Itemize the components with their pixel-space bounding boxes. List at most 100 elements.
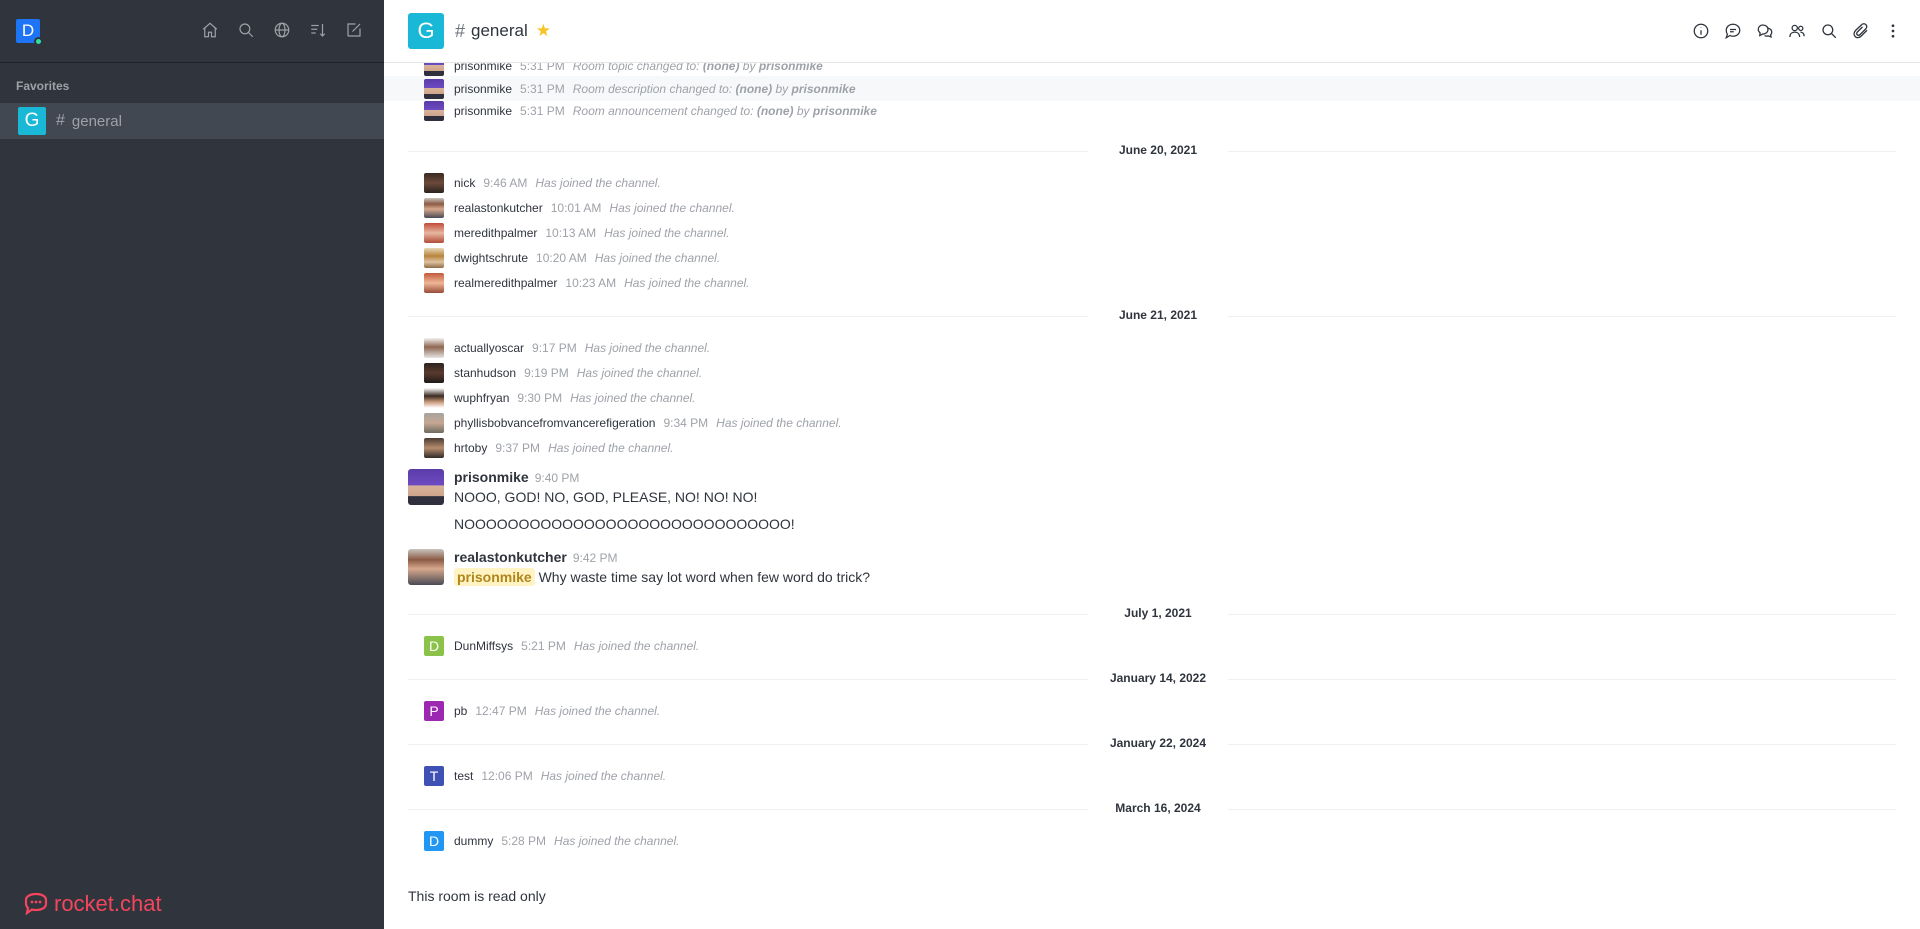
message-username[interactable]: nick <box>454 176 475 190</box>
sidebar-item-label: general <box>71 112 122 130</box>
avatar[interactable] <box>424 388 444 408</box>
system-message: nick 9:46 AM Has joined the channel. <box>424 173 661 193</box>
avatar[interactable]: T <box>424 766 444 786</box>
discussion-icon[interactable] <box>1756 22 1774 40</box>
message-username[interactable]: dwightschrute <box>454 251 528 265</box>
message-username[interactable]: DunMiffsys <box>454 639 513 653</box>
message-username[interactable]: wuphfryan <box>454 391 509 405</box>
date-divider-label: July 1, 2021 <box>1088 606 1228 620</box>
system-message-text: Has joined the channel. <box>624 276 750 290</box>
sort-icon[interactable] <box>308 20 328 40</box>
channel-hash-icon: # <box>56 112 65 129</box>
sidebar-header: D <box>0 0 384 63</box>
message-username[interactable]: pb <box>454 704 467 718</box>
system-message: realmeredithpalmer 10:23 AM Has joined t… <box>424 273 750 293</box>
date-divider-label: June 21, 2021 <box>1088 308 1228 322</box>
date-divider: June 21, 2021 <box>408 308 1896 322</box>
date-divider-label: June 20, 2021 <box>1088 143 1228 157</box>
message-username[interactable]: prisonmike <box>454 469 529 485</box>
message-timestamp: 5:31 PM <box>520 81 565 96</box>
message-text: NOOOOOOOOOOOOOOOOOOOOOOOOOOOOOO! <box>454 516 795 532</box>
avatar[interactable] <box>424 78 444 99</box>
system-message-text: Has joined the channel. <box>716 416 842 430</box>
system-message: realastonkutcher 10:01 AM Has joined the… <box>424 198 735 218</box>
avatar[interactable] <box>424 63 444 76</box>
message-timestamp: 12:06 PM <box>481 769 533 783</box>
system-message: prisonmike 5:31 PM Room description chan… <box>384 76 1920 101</box>
globe-icon[interactable] <box>272 20 292 40</box>
system-message: prisonmike 5:31 PM Room announcement cha… <box>424 101 877 121</box>
attachment-icon[interactable] <box>1852 22 1870 40</box>
avatar[interactable] <box>424 198 444 218</box>
info-icon[interactable] <box>1692 22 1710 40</box>
room-main: G # general ★ prisonmike 5:31 PM Room to… <box>384 0 1920 929</box>
system-message-text: Has joined the channel. <box>573 639 700 653</box>
message-timestamp: 5:21 PM <box>521 639 566 653</box>
message-username[interactable]: prisonmike <box>454 82 512 96</box>
system-message-text: Has joined the channel. <box>535 176 661 190</box>
home-icon[interactable] <box>200 20 220 40</box>
avatar[interactable] <box>424 438 444 458</box>
message-timestamp: 9:30 PM <box>517 391 563 405</box>
room-header-avatar: G <box>408 13 444 49</box>
avatar[interactable]: D <box>424 636 444 656</box>
date-divider: March 16, 2024 <box>408 801 1896 815</box>
system-message-text: Room description changed to: (none) by p… <box>572 81 856 96</box>
avatar[interactable] <box>424 338 444 358</box>
message-text: prisonmike Why waste time say lot word w… <box>454 568 870 586</box>
message-timestamp: 9:17 PM <box>532 341 577 355</box>
system-message-text: Room topic changed to: (none) by prisonm… <box>572 63 823 73</box>
system-message-text: Has joined the channel. <box>570 391 696 405</box>
system-message-text: Room announcement changed to: (none) by … <box>572 104 877 118</box>
system-message: actuallyoscar 9:17 PM Has joined the cha… <box>424 338 710 358</box>
message-text: NOOO, GOD! NO, GOD, PLEASE, NO! NO! NO! <box>454 489 758 505</box>
message-username[interactable]: realmeredithpalmer <box>454 276 557 290</box>
sidebar-item-general[interactable]: G # general <box>0 103 384 139</box>
avatar[interactable]: P <box>424 701 444 721</box>
message-username[interactable]: dummy <box>454 834 493 848</box>
message-username[interactable]: meredithpalmer <box>454 226 537 240</box>
system-message: dwightschrute 10:20 AM Has joined the ch… <box>424 248 720 268</box>
user-avatar[interactable]: D <box>16 19 43 46</box>
message-username[interactable]: prisonmike <box>454 63 512 73</box>
message-username[interactable]: realastonkutcher <box>454 201 543 215</box>
avatar[interactable]: D <box>424 831 444 851</box>
message-username[interactable]: stanhudson <box>454 366 516 380</box>
message-username[interactable]: phyllisbobvancefromvancerefigeration <box>454 416 655 430</box>
user-mention[interactable]: prisonmike <box>454 568 535 586</box>
favorite-star-icon[interactable]: ★ <box>536 21 551 41</box>
system-message: D DunMiffsys 5:21 PM Has joined the chan… <box>424 636 699 656</box>
system-message: D dummy 5:28 PM Has joined the channel. <box>424 831 679 851</box>
search-icon[interactable] <box>236 20 256 40</box>
avatar[interactable] <box>424 248 444 268</box>
message-username[interactable]: realastonkutcher <box>454 549 567 565</box>
message-timestamp: 10:01 AM <box>550 201 602 215</box>
avatar[interactable] <box>424 273 444 293</box>
room-avatar: G <box>18 107 46 135</box>
system-message-text: Has joined the channel. <box>594 251 721 265</box>
avatar[interactable] <box>408 549 444 585</box>
system-message: wuphfryan 9:30 PM Has joined the channel… <box>424 388 696 408</box>
members-icon[interactable] <box>1788 22 1806 40</box>
avatar[interactable] <box>408 469 444 505</box>
message-username[interactable]: test <box>454 769 473 783</box>
message-username[interactable]: actuallyoscar <box>454 341 524 355</box>
edit-icon[interactable] <box>344 20 364 40</box>
avatar[interactable] <box>424 223 444 243</box>
message-username[interactable]: hrtoby <box>454 441 487 455</box>
room-title: general <box>471 21 528 40</box>
kebab-icon[interactable] <box>1884 22 1902 40</box>
avatar[interactable] <box>424 363 444 383</box>
avatar[interactable] <box>424 413 444 433</box>
message-timestamp: 10:13 AM <box>545 226 597 240</box>
system-message: P pb 12:47 PM Has joined the channel. <box>424 701 660 721</box>
avatar[interactable] <box>424 173 444 193</box>
message-username[interactable]: prisonmike <box>454 104 512 118</box>
avatar[interactable] <box>424 101 444 121</box>
message-list[interactable]: prisonmike 5:31 PM Room topic changed to… <box>384 63 1920 883</box>
search-icon[interactable] <box>1820 22 1838 40</box>
threads-icon[interactable] <box>1724 22 1742 40</box>
sidebar: D Favorites G # general rocket.chat <box>0 0 384 929</box>
message-timestamp: 9:34 PM <box>663 416 709 430</box>
system-message-text: Has joined the channel. <box>584 341 711 355</box>
